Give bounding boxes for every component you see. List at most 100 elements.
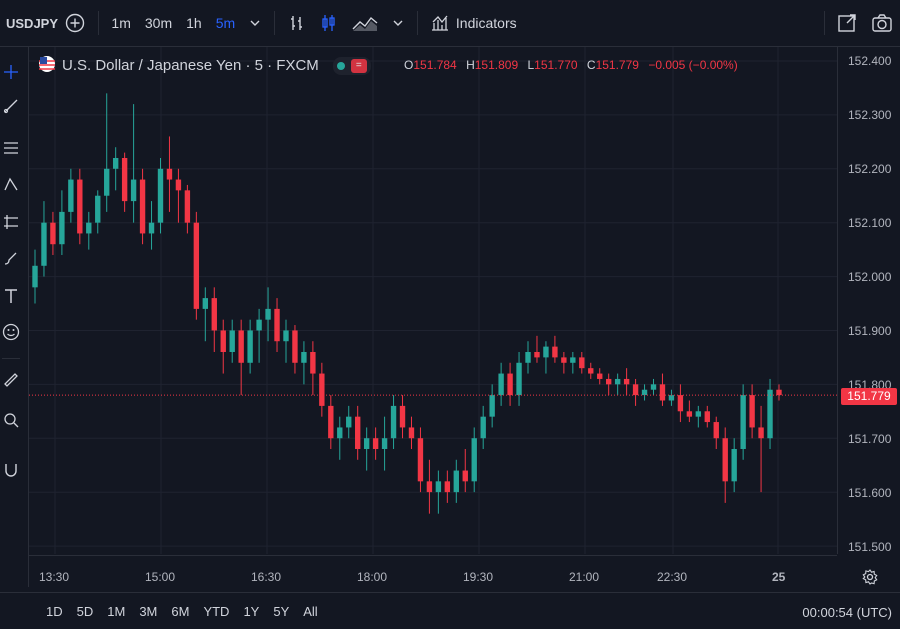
- range-3m[interactable]: 3M: [139, 604, 157, 619]
- bars-icon[interactable]: [288, 14, 306, 32]
- interval-1h[interactable]: 1h: [186, 15, 202, 31]
- candle-body: [274, 309, 279, 341]
- candle-body: [472, 438, 477, 481]
- candle-body: [373, 438, 378, 449]
- candle-body: [445, 481, 450, 492]
- bottom-toolbar: 1D 5D 1M 3M 6M YTD 1Y 5Y All 00:00:54 (U…: [0, 592, 900, 629]
- candle-body: [516, 363, 521, 395]
- area-icon[interactable]: [352, 14, 378, 32]
- candle: [203, 287, 208, 341]
- range-5y[interactable]: 5Y: [273, 604, 289, 619]
- range-1y[interactable]: 1Y: [243, 604, 259, 619]
- candle-body: [731, 449, 736, 481]
- candle-body: [723, 438, 728, 481]
- candle: [758, 406, 763, 492]
- range-all[interactable]: All: [303, 604, 317, 619]
- candle: [498, 363, 503, 406]
- time-tick-date: 25: [772, 570, 785, 584]
- range-ytd[interactable]: YTD: [203, 604, 229, 619]
- crosshair-icon[interactable]: [0, 61, 22, 83]
- candle: [221, 320, 226, 374]
- candle-body: [50, 223, 55, 245]
- candle-body: [534, 352, 539, 357]
- candle: [238, 320, 243, 395]
- indicators-label: Indicators: [456, 15, 517, 31]
- price-tick: 152.000: [848, 270, 891, 284]
- candle-body: [212, 298, 217, 330]
- drawing-toolbar: [0, 47, 29, 587]
- candle: [346, 406, 351, 438]
- candle: [570, 352, 575, 374]
- candle: [310, 341, 315, 395]
- candle-body: [122, 158, 127, 201]
- fib-icon[interactable]: [0, 137, 22, 159]
- candle-body: [77, 180, 82, 234]
- candle-body: [714, 422, 719, 438]
- candle: [606, 374, 611, 396]
- candle-body: [364, 438, 369, 449]
- candle: [489, 384, 494, 427]
- settings-icon[interactable]: [862, 569, 878, 590]
- candle: [507, 363, 512, 406]
- candle-body: [552, 347, 557, 358]
- candle-body: [382, 438, 387, 449]
- candle: [194, 212, 199, 320]
- candle-body: [705, 411, 710, 422]
- candle-body: [86, 223, 91, 234]
- candle-body: [247, 330, 252, 362]
- indicators-button[interactable]: Indicators: [430, 14, 517, 32]
- candle: [588, 363, 593, 379]
- price-tick: 151.500: [848, 540, 891, 554]
- chart-legend: U.S. Dollar / Japanese Yen · 5 · FXCM =: [38, 55, 371, 76]
- candle: [472, 427, 477, 492]
- candle-body: [749, 395, 754, 427]
- candle-body: [579, 357, 584, 368]
- candle: [552, 336, 557, 363]
- utc-clock[interactable]: 00:00:54 (UTC): [802, 605, 892, 620]
- emoji-icon[interactable]: [0, 321, 22, 343]
- snapshot-icon[interactable]: [837, 13, 857, 33]
- series-title: U.S. Dollar / Japanese Yen · 5 · FXCM: [62, 57, 319, 74]
- price-chart[interactable]: [29, 47, 837, 554]
- candle: [292, 325, 297, 374]
- range-6m[interactable]: 6M: [171, 604, 189, 619]
- projection-icon[interactable]: [0, 211, 22, 233]
- zoom-icon[interactable]: [0, 409, 22, 431]
- range-5d[interactable]: 5D: [77, 604, 94, 619]
- trendline-icon[interactable]: [0, 95, 22, 117]
- magnet-icon[interactable]: [0, 459, 22, 481]
- candle: [247, 320, 252, 374]
- candle: [651, 379, 656, 395]
- candles-icon[interactable]: [320, 14, 338, 32]
- candle-body: [498, 374, 503, 396]
- top-toolbar: USDJPY 1m 30m 1h 5m Indicators: [0, 0, 900, 47]
- interval-dropdown-chevron-icon[interactable]: [249, 17, 261, 29]
- price-axis[interactable]: [837, 47, 900, 554]
- market-status-pill[interactable]: =: [333, 57, 371, 75]
- compare-add-icon[interactable]: [65, 13, 85, 33]
- candle: [391, 395, 396, 449]
- range-1d[interactable]: 1D: [46, 604, 63, 619]
- flag-icon: [38, 55, 56, 76]
- range-1m[interactable]: 1M: [107, 604, 125, 619]
- candle-body: [678, 395, 683, 411]
- text-icon[interactable]: [0, 285, 22, 307]
- chart-type-chevron-icon[interactable]: [392, 17, 404, 29]
- candle-body: [265, 309, 270, 320]
- candle-body: [194, 223, 199, 309]
- symbol-search[interactable]: USDJPY: [0, 16, 58, 31]
- candle: [77, 169, 82, 244]
- candle: [328, 395, 333, 449]
- candle: [95, 190, 100, 233]
- brush-icon[interactable]: [0, 247, 22, 269]
- interval-5m[interactable]: 5m: [216, 15, 235, 31]
- candle: [185, 185, 190, 234]
- pattern-icon[interactable]: [0, 173, 22, 195]
- ruler-icon[interactable]: [0, 369, 22, 391]
- camera-icon[interactable]: [871, 13, 893, 33]
- interval-1m[interactable]: 1m: [111, 15, 130, 31]
- candle-body: [409, 427, 414, 438]
- candle-body: [454, 471, 459, 493]
- candle: [525, 341, 530, 373]
- interval-30m[interactable]: 30m: [145, 15, 172, 31]
